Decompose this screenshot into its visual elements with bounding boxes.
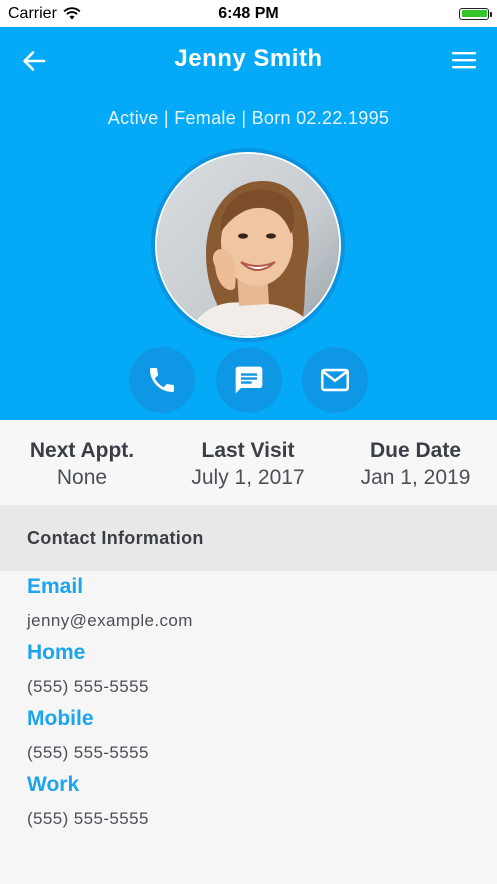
stat-next-appt: Next Appt. None [12, 439, 152, 490]
contact-label: Home [27, 641, 86, 664]
contact-list: Email jenny@example.com Home (555) 555-5… [27, 571, 467, 835]
call-button[interactable] [129, 347, 195, 413]
avatar-ring [151, 148, 345, 342]
avatar [155, 152, 341, 338]
stat-label: Last Visit [201, 439, 295, 462]
status-time: 6:48 PM [218, 4, 279, 22]
contact-label: Mobile [27, 707, 94, 730]
message-icon [235, 366, 263, 394]
contact-home[interactable]: Home (555) 555-5555 [27, 637, 467, 703]
appointment-stats: Next Appt. None Last Visit July 1, 2017 … [0, 420, 497, 505]
battery-fill [461, 10, 487, 17]
contact-email[interactable]: Email jenny@example.com [27, 571, 467, 637]
hamburger-menu-icon[interactable] [451, 48, 477, 72]
battery-icon [459, 7, 492, 20]
phone-icon [150, 368, 174, 392]
contact-value[interactable]: jenny@example.com [27, 611, 193, 631]
profile-header: Jenny Smith Active | Female | Born 02.22… [0, 27, 497, 420]
contact-work[interactable]: Work (555) 555-5555 [27, 769, 467, 835]
stat-value: None [56, 466, 108, 489]
status-bar: Carrier 6:48 PM [0, 0, 497, 27]
contact-value[interactable]: (555) 555-5555 [27, 743, 149, 763]
profile-subtitle: Active | Female | Born 02.22.1995 [107, 108, 390, 128]
stat-label: Due Date [369, 439, 462, 462]
stat-label: Next Appt. [29, 439, 135, 462]
stat-value: July 1, 2017 [191, 466, 305, 489]
message-button[interactable] [216, 347, 282, 413]
contact-section-header: Contact Information [0, 505, 497, 571]
stat-value: Jan 1, 2019 [360, 466, 471, 489]
stat-last-visit: Last Visit July 1, 2017 [178, 439, 318, 490]
email-button[interactable] [302, 347, 368, 413]
contact-value[interactable]: (555) 555-5555 [27, 677, 149, 697]
avatar-photo [157, 154, 339, 336]
page-title: Jenny Smith [174, 45, 323, 72]
contact-mobile[interactable]: Mobile (555) 555-5555 [27, 703, 467, 769]
contact-label: Work [27, 773, 80, 796]
stat-due-date: Due Date Jan 1, 2019 [343, 439, 488, 490]
contact-actions [0, 347, 497, 413]
mail-icon [320, 368, 350, 392]
section-title: Contact Information [27, 527, 204, 548]
contact-label: Email [27, 575, 84, 598]
contact-value[interactable]: (555) 555-5555 [27, 809, 149, 829]
